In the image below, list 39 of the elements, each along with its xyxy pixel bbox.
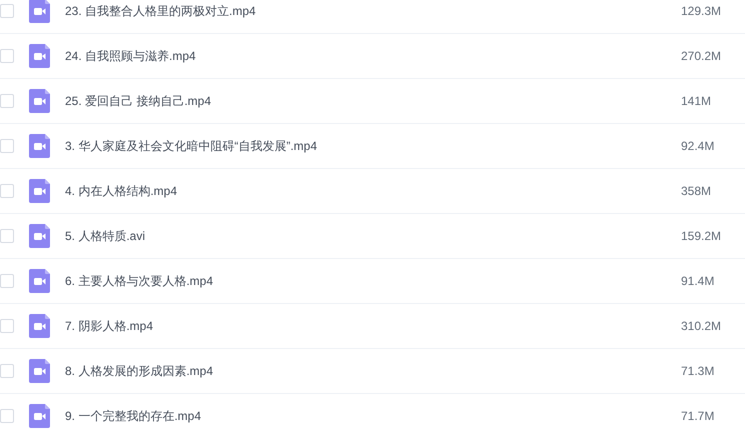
checkbox[interactable] bbox=[0, 319, 14, 333]
file-size: 159.2M bbox=[681, 228, 722, 245]
video-file-icon bbox=[29, 314, 50, 338]
file-name[interactable]: 7. 阴影人格.mp4 bbox=[65, 317, 154, 335]
file-size: 358M bbox=[681, 183, 712, 200]
checkbox[interactable] bbox=[0, 409, 14, 423]
video-file-icon bbox=[29, 224, 50, 248]
checkbox[interactable] bbox=[0, 274, 14, 288]
file-size: 270.2M bbox=[681, 48, 722, 65]
checkbox[interactable] bbox=[0, 139, 14, 153]
video-file-icon bbox=[29, 404, 50, 428]
file-size: 92.4M bbox=[681, 138, 716, 155]
file-name[interactable]: 25. 爱回自己 接纳自己.mp4 bbox=[65, 92, 212, 110]
file-size: 71.3M bbox=[681, 363, 716, 380]
file-name[interactable]: 24. 自我照顾与滋养.mp4 bbox=[65, 47, 196, 65]
checkbox[interactable] bbox=[0, 94, 14, 108]
video-file-icon bbox=[29, 134, 50, 158]
video-file-icon bbox=[29, 359, 50, 383]
file-name[interactable]: 3. 华人家庭及社会文化暗中阻碍“自我发展”.mp4 bbox=[65, 137, 318, 155]
video-file-icon bbox=[29, 44, 50, 68]
video-file-icon bbox=[29, 179, 50, 203]
file-name[interactable]: 9. 一个完整我的存在.mp4 bbox=[65, 407, 202, 425]
video-file-icon bbox=[29, 269, 50, 293]
file-size: 129.3M bbox=[681, 3, 722, 20]
file-name[interactable]: 23. 自我整合人格里的两极对立.mp4 bbox=[65, 2, 256, 20]
file-name[interactable]: 5. 人格特质.avi bbox=[65, 227, 146, 245]
file-size: 141M bbox=[681, 93, 712, 110]
file-name[interactable]: 4. 内在人格结构.mp4 bbox=[65, 182, 178, 200]
file-name[interactable]: 8. 人格发展的形成因素.mp4 bbox=[65, 362, 214, 380]
video-file-icon bbox=[29, 89, 50, 113]
checkbox[interactable] bbox=[0, 49, 14, 63]
checkbox[interactable] bbox=[0, 229, 14, 243]
file-size: 71.7M bbox=[681, 408, 716, 425]
file-size: 91.4M bbox=[681, 273, 716, 290]
checkbox[interactable] bbox=[0, 364, 14, 378]
checkbox[interactable] bbox=[0, 4, 14, 18]
checkbox[interactable] bbox=[0, 184, 14, 198]
file-size: 310.2M bbox=[681, 318, 722, 335]
file-name[interactable]: 6. 主要人格与次要人格.mp4 bbox=[65, 272, 214, 290]
